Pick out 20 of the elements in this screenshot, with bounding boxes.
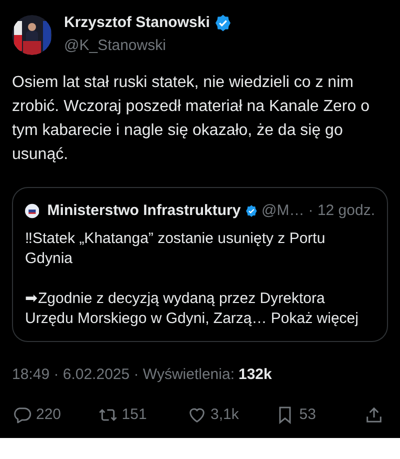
reply-icon: [12, 405, 32, 426]
timestamp: 18:49 · 6.02.2025 · Wyświetlenia:: [12, 364, 234, 384]
quoted-tweet-time: · 12 godz.: [308, 201, 375, 221]
bookmark-button[interactable]: 53: [275, 404, 316, 426]
show-more-link[interactable]: Pokaż więcej: [270, 310, 358, 326]
like-icon: [186, 405, 207, 426]
repost-button[interactable]: 151: [98, 404, 147, 426]
quoted-tweet-text: ‼Statek „Khatanga” zostanie usunięty z Portu Gdynia: [25, 228, 326, 268]
share-icon: [364, 405, 384, 426]
author-name[interactable]: Krzysztof Stanowski: [64, 12, 210, 34]
quoted-author-name: Ministerstwo Infrastruktury: [47, 201, 241, 221]
reply-button[interactable]: 220: [12, 404, 62, 426]
share-button[interactable]: [364, 405, 384, 426]
view-count: 132k: [238, 364, 272, 384]
author-handle[interactable]: @K_Stanowski: [64, 34, 232, 57]
tweet-text: Osiem lat stał ruski statek, nie wiedzieli co z nim zrobić. Wczoraj poszedł materiał na Kanale Zero o tym kabarecie i nagle się okazało, że da się go usunąć.: [12, 73, 370, 165]
like-button[interactable]: 3,1k: [186, 404, 239, 426]
quoted-author-handle: @M…: [262, 201, 304, 221]
quoted-tweet-card[interactable]: Ministerstwo Infrastruktury @M… · 12 godz. ‼Statek „Khatanga” zostanie usunięty z Portu Gdynia ➡Zgodnie z decyzją wydaną przez Dyrektora Urzędu Morskiego w Gdyni, Zarzą… Pokaż więcej: [12, 187, 388, 342]
quoted-tweet-text: ➡Zgodnie z decyzją wydaną przez Dyrektora Urzędu Morskiego w Gdyni, Zarzą… Pokaż więcej: [25, 288, 360, 328]
